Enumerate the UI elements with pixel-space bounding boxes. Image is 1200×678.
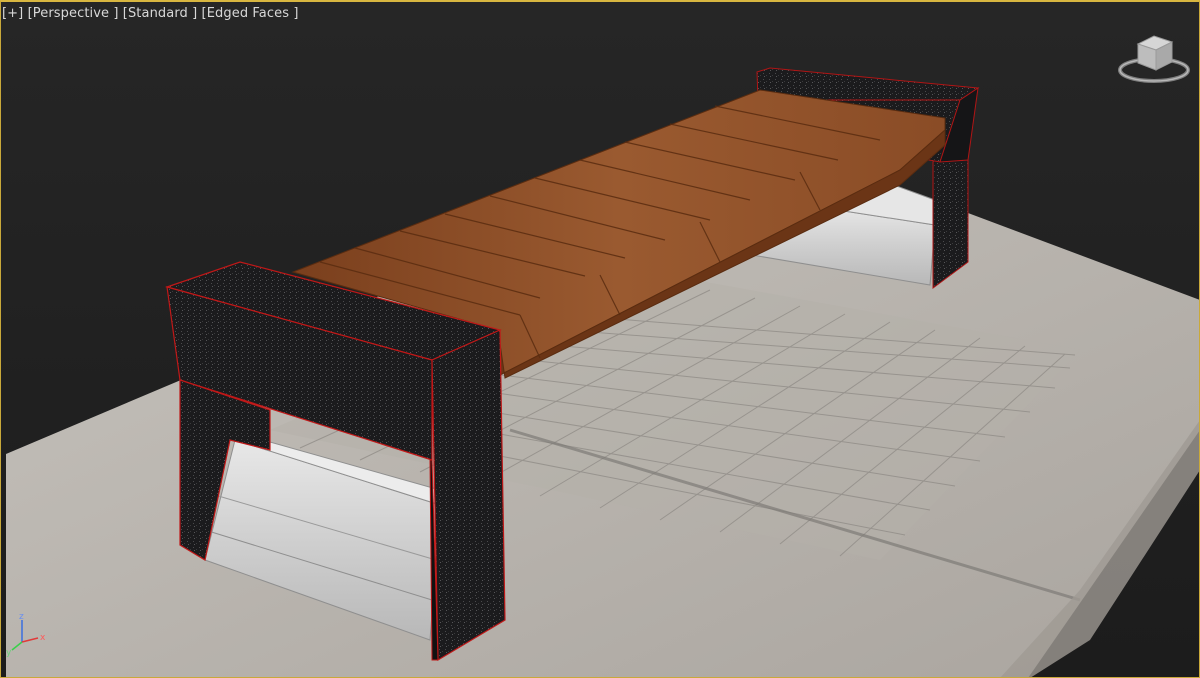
- axis-y-label: y: [6, 648, 12, 658]
- axis-x-label: x: [40, 633, 46, 643]
- scene-render[interactable]: [0, 0, 1200, 678]
- viewport-shading-menu[interactable]: [Standard ]: [123, 6, 198, 21]
- axis-z-label: z: [19, 612, 24, 622]
- viewport-perspective[interactable]: [+] [Perspective ] [Standard ] [Edged Fa…: [0, 0, 1200, 678]
- viewcube-icon[interactable]: [1116, 30, 1196, 90]
- viewport-view-menu[interactable]: [Perspective ]: [28, 6, 119, 21]
- viewport-menu-plus[interactable]: [+]: [2, 6, 23, 21]
- axis-tripod-icon: z x y: [6, 612, 46, 658]
- viewport-label: [+] [Perspective ] [Standard ] [Edged Fa…: [2, 6, 299, 21]
- viewport-edges-menu[interactable]: [Edged Faces ]: [202, 6, 299, 21]
